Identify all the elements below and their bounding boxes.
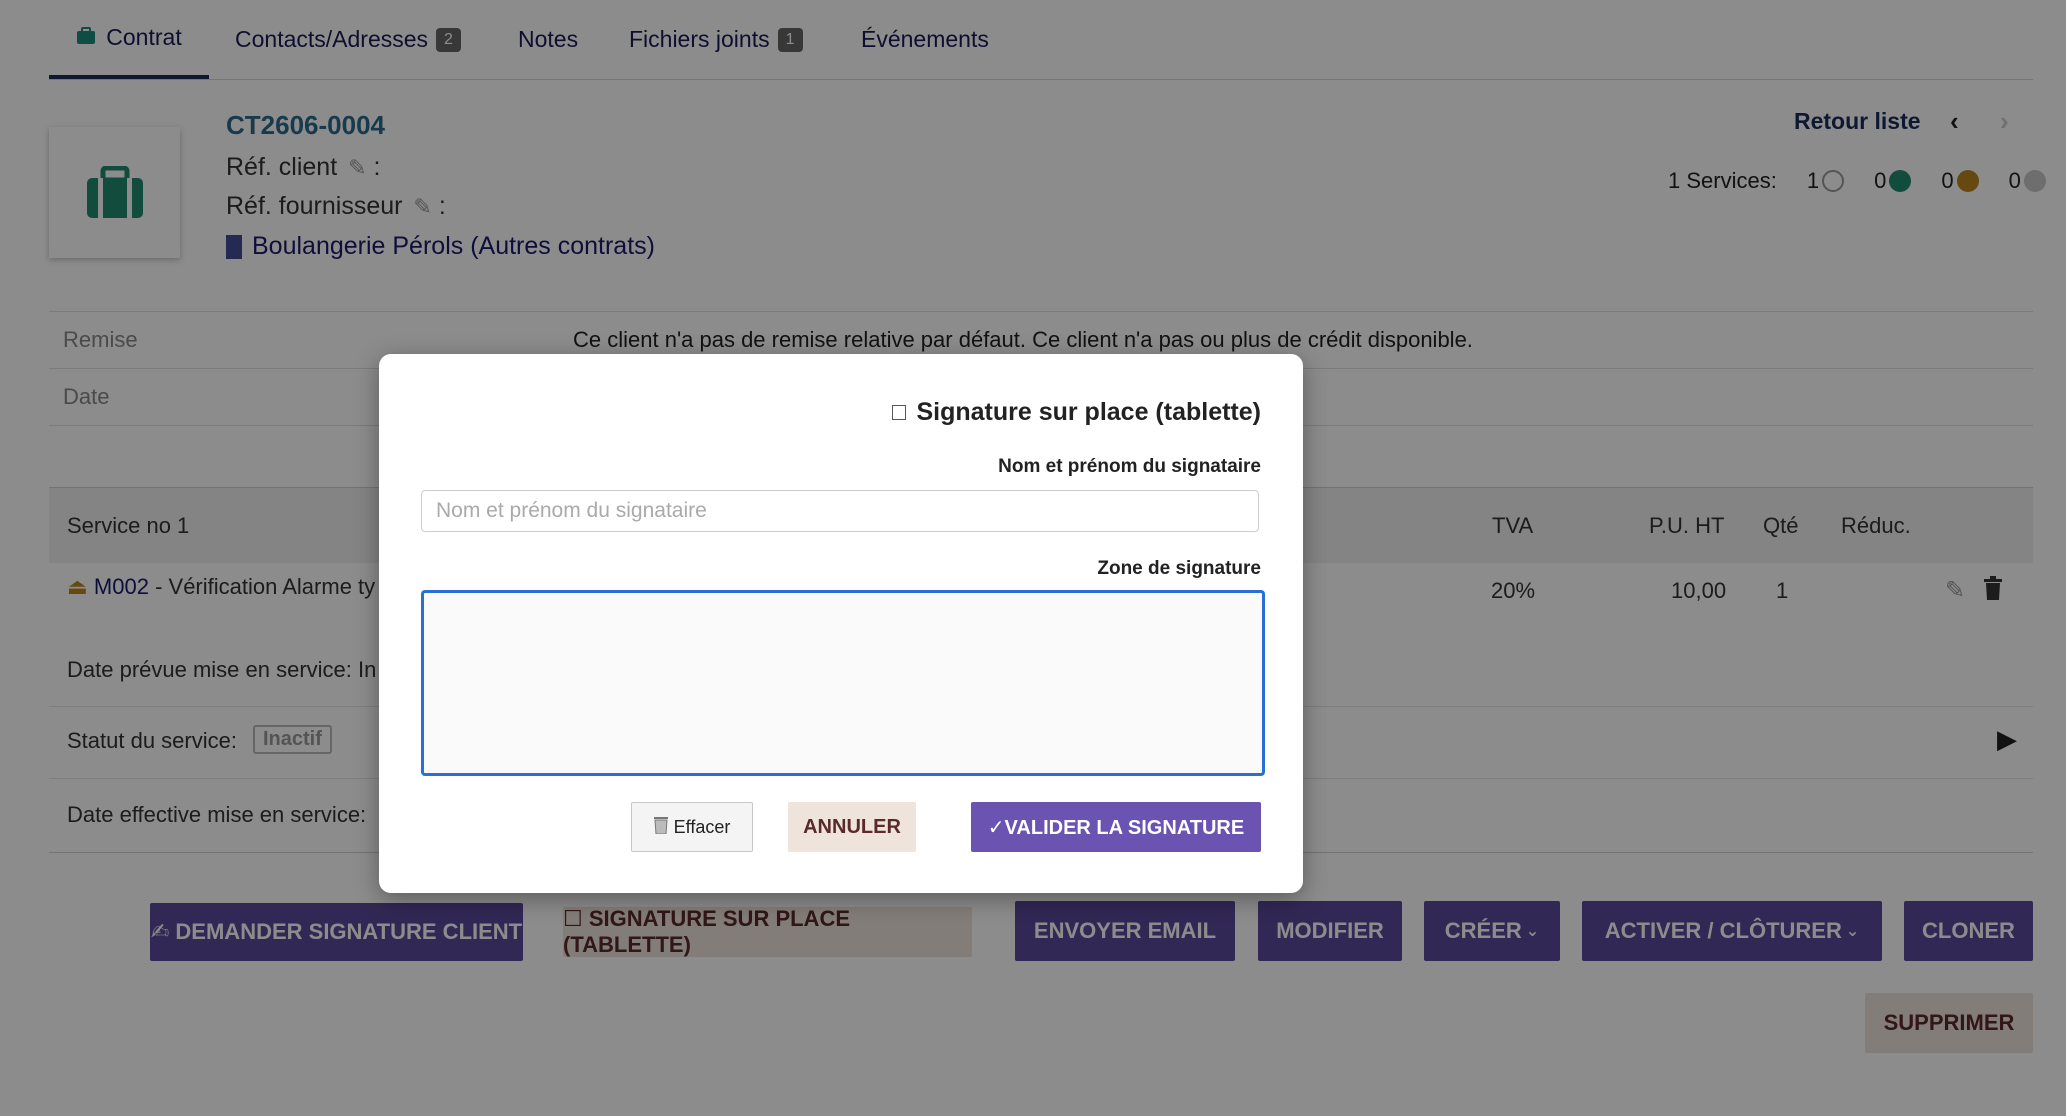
signataire-name-input[interactable] (421, 490, 1259, 532)
valider-signature-button[interactable]: ✓VALIDER LA SIGNATURE (971, 802, 1261, 852)
modal-title: Signature sur place (tablette) (892, 398, 1261, 427)
signature-modal: Signature sur place (tablette) Nom et pr… (379, 354, 1303, 893)
modal-title-text: Signature sur place (tablette) (916, 398, 1261, 426)
effacer-button[interactable]: Effacer (631, 802, 753, 852)
checkbox-icon (892, 405, 907, 420)
button-label: Effacer (673, 816, 731, 837)
annuler-button[interactable]: ANNULER (788, 802, 916, 852)
signature-zone-label: Zone de signature (1097, 558, 1261, 579)
signature-canvas[interactable] (421, 590, 1265, 776)
trash-icon (653, 816, 668, 839)
signataire-label: Nom et prénom du signataire (998, 456, 1261, 477)
